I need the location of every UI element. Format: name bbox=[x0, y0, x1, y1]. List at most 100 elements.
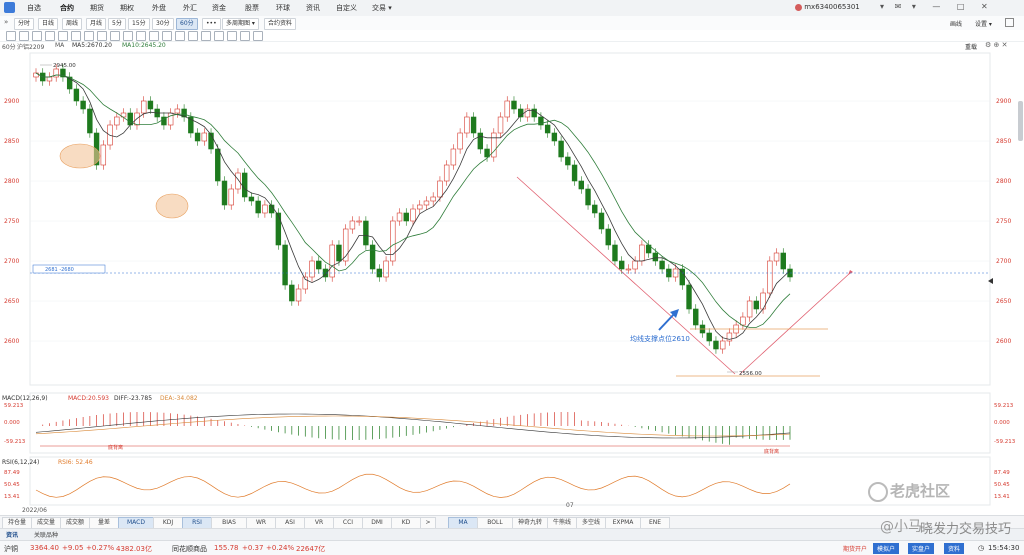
draw-tool-icon-4[interactable] bbox=[58, 31, 68, 41]
candle-body-50 bbox=[369, 244, 376, 270]
draw-tool-icon-15[interactable] bbox=[201, 31, 211, 41]
minimize-icon[interactable]: — bbox=[932, 2, 940, 11]
candle-body-27 bbox=[215, 148, 221, 182]
symbol-label: 沪铝2209 bbox=[17, 44, 45, 51]
nav-tab-9[interactable]: 资讯 bbox=[306, 3, 320, 13]
nav-tab-8[interactable]: 环球 bbox=[276, 3, 290, 13]
draw-tool-icon-13[interactable] bbox=[175, 31, 185, 41]
period-button-7[interactable]: 60分 bbox=[176, 18, 198, 30]
draw-tool-icon-2[interactable] bbox=[32, 31, 42, 41]
index2-change: +0.37 bbox=[242, 544, 264, 552]
period-button-2[interactable]: 周线 bbox=[62, 18, 83, 30]
draw-tool-icon-10[interactable] bbox=[136, 31, 146, 41]
candle-body-60 bbox=[437, 180, 443, 198]
nav-tab-11[interactable]: 交易 ▾ bbox=[372, 3, 392, 13]
candle-body-42 bbox=[316, 260, 322, 270]
collapse-icon[interactable]: » bbox=[4, 18, 8, 26]
period-toolbar: » 分时 日线 周线 月线 5分 15分 30分 60分 ••• 多周期图 ▾ 合约资料 画线… bbox=[0, 16, 1024, 31]
y-tick-right-2750: 2750 bbox=[996, 218, 1011, 225]
nav-tab-10[interactable]: 自定义 bbox=[336, 3, 357, 13]
period-button-4[interactable]: 5分 bbox=[108, 18, 126, 30]
macd-tick-left-2: -59.213 bbox=[4, 439, 26, 445]
maximize-icon[interactable]: □ bbox=[957, 2, 965, 11]
draw-tool-icon-1[interactable] bbox=[19, 31, 29, 41]
x-label-2022-06: 2022/06 bbox=[22, 507, 47, 514]
index1-name[interactable]: 沪铜 bbox=[4, 544, 18, 554]
nav-tab-6[interactable]: 资金 bbox=[212, 3, 226, 13]
info-button[interactable]: 资料 bbox=[944, 543, 965, 554]
candle-body-52 bbox=[383, 260, 389, 278]
close-icon[interactable]: ✕ bbox=[981, 2, 988, 11]
draw-tool-icon-14[interactable] bbox=[188, 31, 198, 41]
draw-tool-icon-5[interactable] bbox=[71, 31, 81, 41]
max-price-label: 2945.00 bbox=[53, 63, 76, 69]
mail-icon[interactable]: ✉ bbox=[895, 2, 902, 11]
period-button-5[interactable]: 15分 bbox=[128, 18, 150, 30]
candle-body-57 bbox=[417, 204, 423, 210]
ma-label: MA bbox=[55, 42, 65, 49]
index1-volume: 4382.03亿 bbox=[116, 545, 152, 553]
sim-account-button[interactable]: 模拟户 bbox=[873, 543, 900, 554]
draw-tool-icon-16[interactable] bbox=[214, 31, 224, 41]
period-button-3[interactable]: 月线 bbox=[86, 18, 107, 30]
draw-tool-icon-6[interactable] bbox=[84, 31, 94, 41]
nav-tab-7[interactable]: 股票 bbox=[245, 3, 259, 13]
macd-diff-value: DIFF:-23.785 bbox=[114, 395, 152, 402]
candle-body-76 bbox=[544, 124, 551, 134]
more-icon[interactable]: ▾ bbox=[912, 2, 916, 11]
username[interactable]: mx6340065301 bbox=[804, 3, 860, 11]
index2-name[interactable]: 同花顺商品 bbox=[172, 544, 207, 554]
draw-line-button[interactable]: 画线 bbox=[950, 19, 962, 28]
draw-tool-icon-11[interactable] bbox=[149, 31, 159, 41]
nav-tab-4[interactable]: 外盘 bbox=[152, 3, 166, 13]
period-button-1[interactable]: 日线 bbox=[38, 18, 59, 30]
candle-body-62 bbox=[450, 148, 457, 166]
fullscreen-icon[interactable] bbox=[1005, 18, 1014, 27]
draw-tool-icon-3[interactable] bbox=[45, 31, 55, 41]
draw-tool-icon-9[interactable] bbox=[123, 31, 133, 41]
index1-value: 3364.40 bbox=[30, 544, 59, 552]
nav-tab-1[interactable]: 合约 bbox=[60, 3, 74, 13]
draw-tool-icon-8[interactable] bbox=[110, 31, 120, 41]
y-tick-left-2650: 2650 bbox=[4, 298, 19, 305]
nav-tab-3[interactable]: 期权 bbox=[120, 3, 134, 13]
candle-body-49 bbox=[363, 220, 369, 246]
draw-tool-icon-17[interactable] bbox=[227, 31, 237, 41]
multi-period-button[interactable]: 多周期图 ▾ bbox=[222, 18, 259, 30]
candle-body-31 bbox=[241, 172, 248, 198]
nav-tab-2[interactable]: 期货 bbox=[90, 3, 104, 13]
menu-dropdown-icon[interactable]: ▾ bbox=[880, 2, 884, 11]
more-periods-button[interactable]: ••• bbox=[202, 18, 221, 30]
period-button-0[interactable]: 分时 bbox=[14, 18, 35, 30]
candle-body-32 bbox=[248, 196, 255, 202]
index2-pct: +0.24% bbox=[266, 544, 295, 552]
index1-pct: +0.27% bbox=[86, 544, 115, 552]
contract-info-button[interactable]: 合约资料 bbox=[264, 18, 297, 30]
candle-body-34 bbox=[262, 204, 268, 214]
nav-tab-0[interactable]: 自选 bbox=[27, 3, 41, 13]
period-button-6[interactable]: 30分 bbox=[152, 18, 174, 30]
panel-icons[interactable]: ⚙ ⊕ ✕ bbox=[985, 41, 1007, 49]
y-tick-right-2600: 2600 bbox=[996, 338, 1011, 345]
chart-canvas[interactable]: 2600 2650 2700 2750 2800 2850 2900 2600 2650 270… bbox=[0, 51, 1024, 515]
tab-news[interactable]: 资讯 bbox=[6, 530, 18, 539]
y-tick-left-2700: 2700 bbox=[4, 258, 19, 265]
rsi-tick-right-0: 87.49 bbox=[994, 470, 1010, 476]
setting-button[interactable]: 设置 ▾ bbox=[975, 19, 992, 28]
draw-tool-icon-12[interactable] bbox=[162, 31, 172, 41]
tab-related[interactable]: 关联品种 bbox=[34, 530, 58, 539]
nav-tab-5[interactable]: 外汇 bbox=[183, 3, 197, 13]
reload-label[interactable]: 重载 bbox=[965, 42, 977, 51]
draw-tool-icon-18[interactable] bbox=[240, 31, 250, 41]
draw-tool-icon-7[interactable] bbox=[97, 31, 107, 41]
account-area[interactable]: mx6340065301 bbox=[795, 3, 860, 11]
candle-body-84 bbox=[598, 212, 605, 230]
macd-tick-right-1: 0.000 bbox=[994, 420, 1010, 426]
draw-tool-icon-0[interactable] bbox=[6, 31, 16, 41]
real-account-button[interactable]: 实盘户 bbox=[908, 543, 935, 554]
macd-settings-label: MACD(12,26,9) bbox=[2, 395, 48, 402]
price-marker-label: 2681 -2680 bbox=[45, 267, 74, 273]
open-account-link[interactable]: 期货开户 bbox=[843, 544, 867, 553]
chart-scrollbar[interactable] bbox=[1018, 101, 1023, 141]
draw-tool-icon-19[interactable] bbox=[253, 31, 263, 41]
